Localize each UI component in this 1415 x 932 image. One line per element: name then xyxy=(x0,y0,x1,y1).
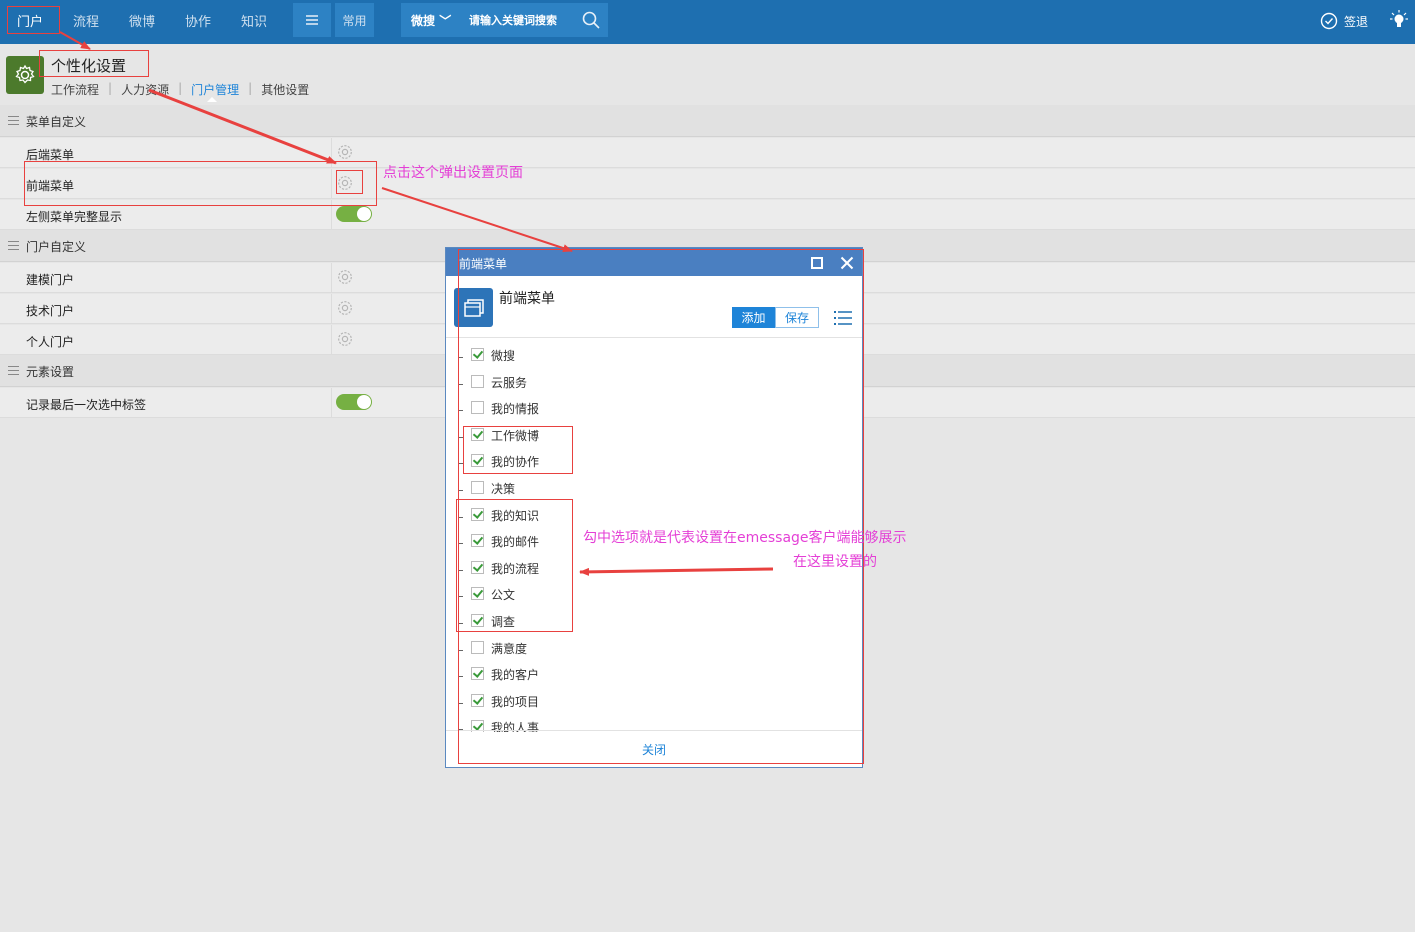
row-label: 建模门户 xyxy=(26,273,75,287)
annotation-box xyxy=(463,426,573,474)
nav-item-knowledge[interactable]: 知识 xyxy=(241,11,267,30)
collapse-icon xyxy=(8,366,19,375)
logout-label: 签退 xyxy=(1344,14,1369,29)
nav-item-collaboration[interactable]: 协作 xyxy=(185,11,211,30)
annotation-box xyxy=(7,6,60,34)
tab-portal-management[interactable]: 门户管理 xyxy=(191,81,239,98)
row-divider xyxy=(331,325,332,355)
tab-separator: | xyxy=(108,81,113,95)
toggle-switch[interactable] xyxy=(336,206,372,222)
row-divider xyxy=(331,388,332,418)
section-menu-custom[interactable]: 菜单自定义 xyxy=(0,105,1415,137)
search-box: 微搜 ﹀ xyxy=(401,3,608,37)
collapse-icon xyxy=(8,241,19,250)
common-button[interactable]: 常用 xyxy=(335,3,374,37)
check-circle-icon xyxy=(1320,12,1338,30)
gear-icon[interactable] xyxy=(336,143,354,161)
annotation-check-hint-2: 在这里设置的 xyxy=(793,554,877,570)
lightbulb-icon[interactable] xyxy=(1390,10,1408,32)
gear-icon[interactable] xyxy=(336,330,354,348)
row-divider xyxy=(331,263,332,293)
tab-separator: | xyxy=(178,81,183,95)
search-icon[interactable] xyxy=(579,8,603,32)
row-label: 技术门户 xyxy=(26,304,75,318)
tab-other-settings[interactable]: 其他设置 xyxy=(261,81,309,98)
gear-icon xyxy=(15,64,35,84)
annotation-box xyxy=(456,499,573,632)
nav-item-weibo[interactable]: 微博 xyxy=(129,11,155,30)
search-input[interactable] xyxy=(469,8,577,32)
annotation-box xyxy=(24,161,377,206)
gear-icon[interactable] xyxy=(336,299,354,317)
annotation-box xyxy=(39,50,149,77)
annotation-check-hint-1: 勾中选项就是代表设置在emessage客户端能够展示 xyxy=(583,530,907,546)
chevron-down-icon: ﹀ xyxy=(439,14,452,28)
tab-separator: | xyxy=(248,81,253,95)
row-label: 个人门户 xyxy=(26,335,75,349)
toggle-switch[interactable] xyxy=(336,394,372,410)
menu-button[interactable] xyxy=(293,3,331,37)
search-scope-select[interactable]: 微搜 ﹀ xyxy=(411,12,451,29)
annotation-box xyxy=(336,170,363,194)
row-divider xyxy=(331,294,332,324)
tab-hr[interactable]: 人力资源 xyxy=(121,81,169,98)
menu-icon xyxy=(306,15,318,25)
gear-icon[interactable] xyxy=(336,268,354,286)
settings-tabs: 工作流程 | 人力资源 | 门户管理 | 其他设置 xyxy=(51,81,309,98)
logout-button[interactable]: 签退 xyxy=(1320,12,1368,30)
section-title: 菜单自定义 xyxy=(26,115,87,129)
tab-workflow[interactable]: 工作流程 xyxy=(51,81,99,98)
row-label: 左侧菜单完整显示 xyxy=(26,210,123,224)
section-title: 元素设置 xyxy=(26,365,75,379)
row-label: 记录最后一次选中标签 xyxy=(26,398,147,412)
top-navigation-bar: 门户 流程 微博 协作 知识 常用 微搜 ﹀ 签退 xyxy=(0,0,1415,44)
annotation-click-hint: 点击这个弹出设置页面 xyxy=(383,165,523,181)
collapse-icon xyxy=(8,116,19,125)
active-tab-indicator xyxy=(207,97,217,102)
nav-item-workflow[interactable]: 流程 xyxy=(73,11,99,30)
section-title: 门户自定义 xyxy=(26,240,87,254)
